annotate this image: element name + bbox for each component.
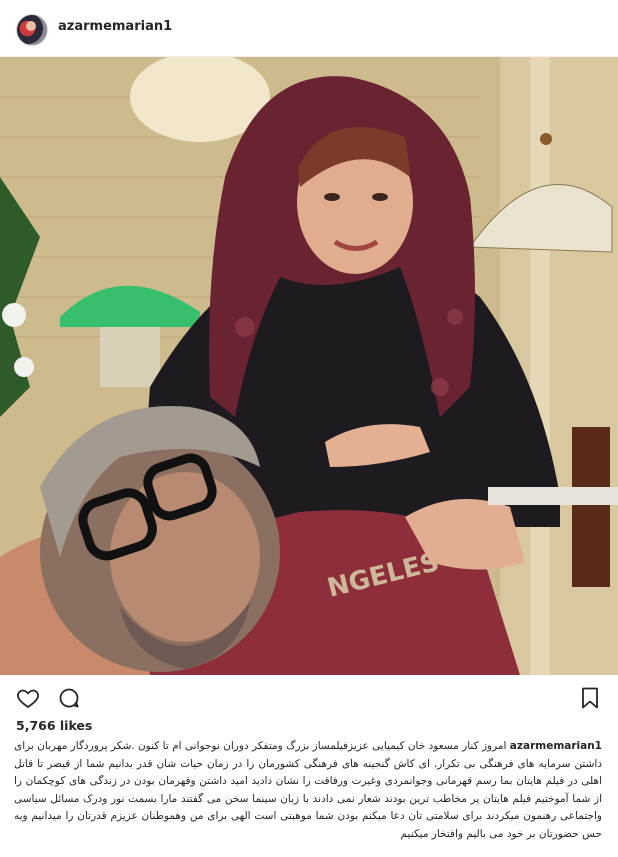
likes-count[interactable]: 5,766 likes [16, 718, 92, 733]
bookmark-outline-icon[interactable] [576, 684, 604, 712]
post-caption: azarmemarian1 امروز کنار مسعود خان کیمیا… [14, 738, 602, 843]
post-photo[interactable]: NGELES [0, 57, 618, 675]
post-username[interactable]: azarmemarian1 [58, 19, 172, 34]
post-photo-illustration: NGELES [0, 57, 618, 675]
heart-outline-icon[interactable] [14, 684, 42, 712]
post-actions-bar [0, 678, 618, 718]
caption-username[interactable]: azarmemarian1 [510, 740, 602, 752]
comment-bubble-icon[interactable] [55, 684, 83, 712]
post-header: azarmemarian1 [0, 0, 618, 57]
profile-avatar[interactable] [16, 14, 48, 46]
caption-text: امروز کنار مسعود خان کیمیایی عزیزفیلمساز… [14, 740, 602, 840]
